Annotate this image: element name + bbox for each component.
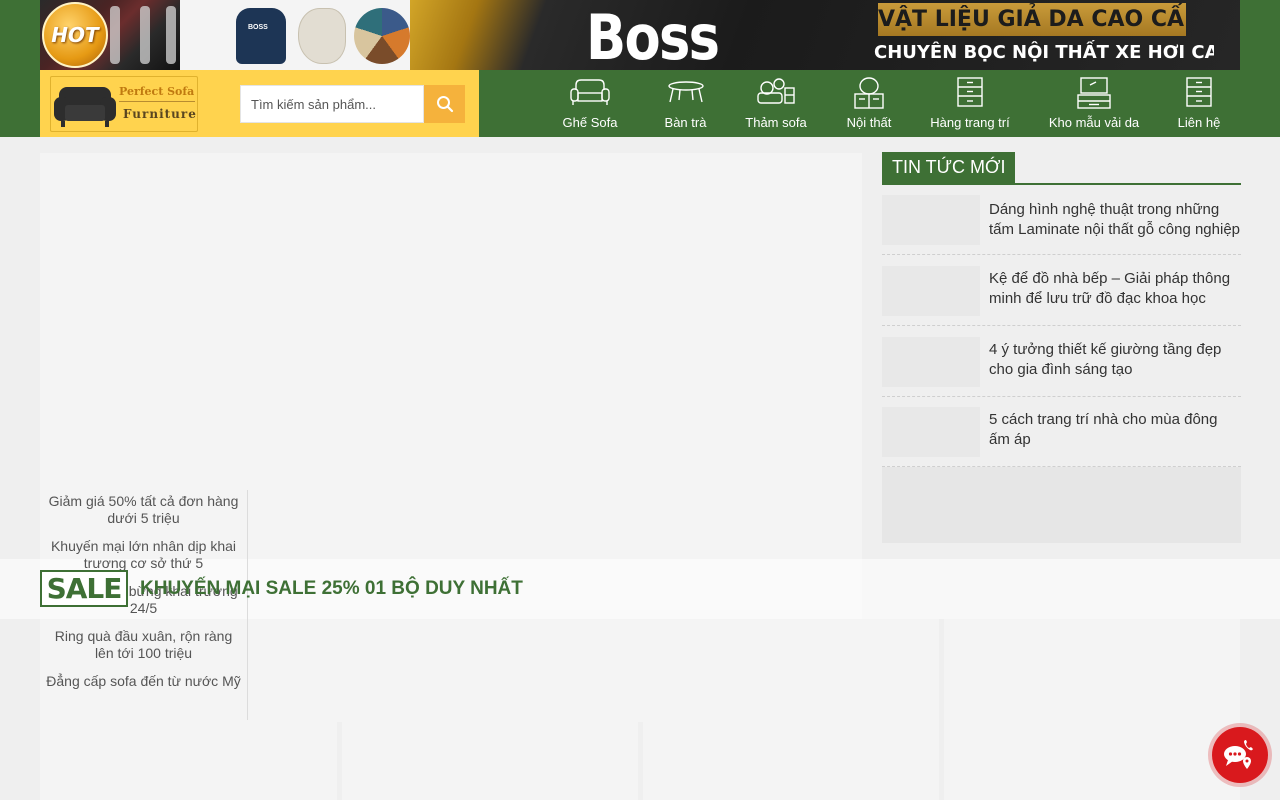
news-item-title[interactable]: 5 cách trang trí nhà cho mùa đông ấm áp [989, 410, 1241, 450]
boss-ad-banner[interactable]: HOT BOSS Boss VẬT LIỆU GIẢ DA CAO CẤP CH… [40, 0, 1240, 70]
chat-phone-icon [1224, 740, 1253, 769]
news-thumbnail[interactable] [882, 266, 980, 316]
promo-item[interactable]: Ring quà đầu xuân, rộn ràng lên tới 100 … [40, 625, 247, 670]
nav-label: Kho mẫu vải da [1048, 115, 1140, 130]
nav-label: Bàn trà [664, 115, 707, 130]
news-item[interactable]: Kệ để đồ nhà bếp – Giải pháp thông minh … [882, 256, 1241, 326]
banner-tagline-primary: VẬT LIỆU GIẢ DA CAO CẤP [878, 3, 1186, 36]
news-thumbnail[interactable] [882, 407, 980, 457]
header-brand-area: Perfect Sofa Furniture [40, 70, 479, 137]
vanity-icon [854, 77, 884, 109]
nav-item-fabric-samples[interactable]: Kho mẫu vải da [1040, 70, 1148, 137]
site-logo[interactable]: Perfect Sofa Furniture [50, 76, 198, 132]
leather-tag-sample: BOSS [236, 8, 286, 64]
news-thumbnail[interactable] [882, 195, 980, 245]
leather-samples-image: BOSS [180, 0, 420, 70]
promo-item[interactable]: Giảm giá 50% tất cả đơn hàng dưới 5 triệ… [40, 490, 247, 535]
sample-brand-label: BOSS [248, 24, 268, 31]
nav-label: Thảm sofa [745, 115, 807, 130]
hot-badge: HOT [42, 2, 108, 68]
color-swatch-sample [354, 8, 410, 64]
sofa-logo-icon [54, 87, 116, 127]
product-card[interactable] [944, 619, 1240, 800]
nav-item-sofa[interactable]: Ghế Sofa [550, 70, 630, 137]
nav-item-interior[interactable]: Nội thất [834, 70, 904, 137]
table-icon [667, 81, 704, 103]
product-card[interactable] [342, 619, 638, 800]
product-card[interactable] [643, 619, 939, 800]
nav-item-coffee-table[interactable]: Bàn trà [648, 70, 723, 137]
contact-button[interactable] [1212, 727, 1268, 783]
site-header: Perfect Sofa Furniture Ghế Sofa [0, 70, 1280, 137]
drawer-icon [1186, 77, 1212, 107]
leather-hide-sample [298, 8, 346, 64]
banner-tagline-secondary: CHUYÊN BỌC NỘI THẤT XE HƠI CAO CẤP [874, 42, 1214, 63]
news-section-title: TIN TỨC MỚI [882, 152, 1016, 183]
tv-stand-icon [1077, 77, 1111, 109]
promo-item[interactable]: Đẳng cấp sofa đến từ nước Mỹ [40, 670, 247, 715]
news-thumbnail[interactable] [882, 337, 980, 387]
nav-item-decor[interactable]: Hàng trang trí [922, 70, 1018, 137]
main-navigation: Ghế Sofa Bàn trà Thảm sofa Nội thất Hàng… [540, 70, 1240, 137]
nav-label: Nội thất [846, 115, 892, 130]
nav-item-rug[interactable]: Thảm sofa [736, 70, 816, 137]
news-item[interactable]: 5 cách trang trí nhà cho mùa đông ấm áp [882, 397, 1241, 467]
nav-item-contact[interactable]: Liên hệ [1164, 70, 1234, 137]
rug-icon [757, 78, 795, 104]
news-section-header: TIN TỨC MỚI [882, 152, 1241, 185]
logo-title: Perfect Sofa [119, 85, 195, 98]
sale-badge: SALE [40, 570, 128, 607]
search-button[interactable] [424, 85, 465, 123]
nav-label: Liên hệ [1177, 115, 1221, 130]
sofa-icon [570, 79, 610, 105]
nav-label: Ghế Sofa [562, 115, 618, 130]
news-item-title[interactable]: Kệ để đồ nhà bếp – Giải pháp thông minh … [989, 269, 1241, 309]
logo-divider [119, 101, 195, 102]
news-item[interactable]: Dáng hình nghệ thuật trong những tấm Lam… [882, 185, 1241, 255]
search-icon [436, 96, 453, 113]
cabinet-icon [957, 77, 983, 107]
top-banner[interactable]: HOT BOSS Boss VẬT LIỆU GIẢ DA CAO CẤP CH… [0, 0, 1280, 70]
search-input[interactable] [240, 85, 424, 123]
news-item-title[interactable]: 4 ý tưởng thiết kế giường tầng đẹp cho g… [989, 340, 1241, 380]
news-item-title[interactable]: Dáng hình nghệ thuật trong những tấm Lam… [989, 200, 1241, 240]
boss-brand-logo: Boss [586, 1, 720, 70]
sidebar-ad-block[interactable] [882, 467, 1241, 543]
nav-label: Hàng trang trí [930, 115, 1010, 130]
news-item[interactable]: 4 ý tưởng thiết kế giường tầng đẹp cho g… [882, 327, 1241, 397]
logo-subtitle: Furniture [123, 107, 197, 121]
sale-section-title[interactable]: KHUYẾN MẠI SALE 25% 01 BỘ DUY NHẤT [140, 578, 523, 600]
